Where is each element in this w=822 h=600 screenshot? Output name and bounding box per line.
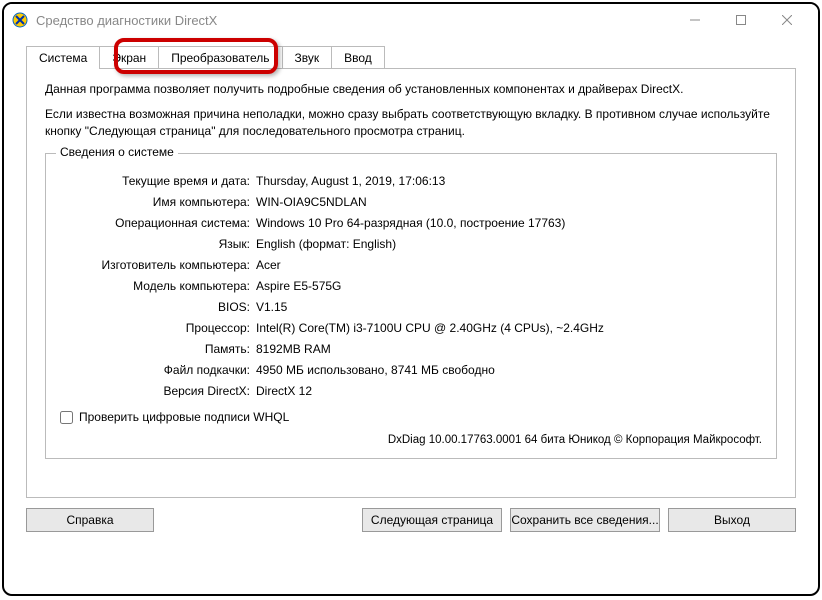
value-directx: DirectX 12 [256, 382, 762, 400]
label-os: Операционная система: [60, 214, 250, 232]
tab-system[interactable]: Система [26, 46, 100, 69]
button-row: Справка Следующая страница Сохранить все… [26, 508, 796, 532]
row-pagefile: Файл подкачки: 4950 МБ использовано, 874… [60, 361, 762, 379]
label-processor: Процессор: [60, 319, 250, 337]
window-frame: Средство диагностики DirectX Система Экр… [2, 2, 820, 596]
value-pagefile: 4950 МБ использовано, 8741 МБ свободно [256, 361, 762, 379]
row-manufacturer: Изготовитель компьютера: Acer [60, 256, 762, 274]
value-model: Aspire E5-575G [256, 277, 762, 295]
label-model: Модель компьютера: [60, 277, 250, 295]
row-memory: Память: 8192MB RAM [60, 340, 762, 358]
spacer [162, 508, 354, 532]
maximize-button[interactable] [718, 5, 764, 35]
intro-p2: Если известна возможная причина неполадк… [45, 106, 777, 140]
window-controls [672, 5, 810, 35]
label-pagefile: Файл подкачки: [60, 361, 250, 379]
titlebar: Средство диагностики DirectX [4, 4, 818, 36]
whql-label: Проверить цифровые подписи WHQL [79, 410, 289, 424]
row-computer-name: Имя компьютера: WIN-OIA9C5NDLAN [60, 193, 762, 211]
label-memory: Память: [60, 340, 250, 358]
intro-text: Данная программа позволяет получить подр… [45, 81, 777, 139]
window-title: Средство диагностики DirectX [36, 13, 672, 28]
save-all-button[interactable]: Сохранить все сведения... [510, 508, 660, 532]
value-datetime: Thursday, August 1, 2019, 17:06:13 [256, 172, 762, 190]
system-info-group: Сведения о системе Текущие время и дата:… [45, 153, 777, 459]
row-datetime: Текущие время и дата: Thursday, August 1… [60, 172, 762, 190]
value-memory: 8192MB RAM [256, 340, 762, 358]
app-icon [12, 12, 28, 28]
value-processor: Intel(R) Core(TM) i3-7100U CPU @ 2.40GHz… [256, 319, 762, 337]
exit-button[interactable]: Выход [668, 508, 796, 532]
value-computer-name: WIN-OIA9C5NDLAN [256, 193, 762, 211]
label-computer-name: Имя компьютера: [60, 193, 250, 211]
value-manufacturer: Acer [256, 256, 762, 274]
value-language: English (формат: English) [256, 235, 762, 253]
help-button[interactable]: Справка [26, 508, 154, 532]
tab-render[interactable]: Преобразователь [158, 46, 282, 68]
row-directx: Версия DirectX: DirectX 12 [60, 382, 762, 400]
tab-panel: Данная программа позволяет получить подр… [26, 68, 796, 498]
tab-input[interactable]: Ввод [331, 46, 385, 68]
next-page-button[interactable]: Следующая страница [362, 508, 502, 532]
whql-checkbox[interactable] [60, 411, 73, 424]
row-os: Операционная система: Windows 10 Pro 64-… [60, 214, 762, 232]
tab-display[interactable]: Экран [99, 46, 159, 68]
content-area: Система Экран Преобразователь Звук Ввод … [4, 36, 818, 546]
close-button[interactable] [764, 5, 810, 35]
minimize-button[interactable] [672, 5, 718, 35]
label-manufacturer: Изготовитель компьютера: [60, 256, 250, 274]
intro-p1: Данная программа позволяет получить подр… [45, 81, 777, 98]
label-language: Язык: [60, 235, 250, 253]
row-language: Язык: English (формат: English) [60, 235, 762, 253]
label-bios: BIOS: [60, 298, 250, 316]
row-bios: BIOS: V1.15 [60, 298, 762, 316]
footer-info: DxDiag 10.00.17763.0001 64 бита Юникод ©… [60, 434, 762, 446]
row-processor: Процессор: Intel(R) Core(TM) i3-7100U CP… [60, 319, 762, 337]
label-datetime: Текущие время и дата: [60, 172, 250, 190]
value-os: Windows 10 Pro 64-разрядная (10.0, постр… [256, 214, 762, 232]
tabs: Система Экран Преобразователь Звук Ввод [26, 46, 796, 68]
value-bios: V1.15 [256, 298, 762, 316]
group-title: Сведения о системе [56, 145, 178, 159]
row-model: Модель компьютера: Aspire E5-575G [60, 277, 762, 295]
tab-sound[interactable]: Звук [282, 46, 333, 68]
label-directx: Версия DirectX: [60, 382, 250, 400]
whql-checkbox-row: Проверить цифровые подписи WHQL [60, 410, 762, 424]
